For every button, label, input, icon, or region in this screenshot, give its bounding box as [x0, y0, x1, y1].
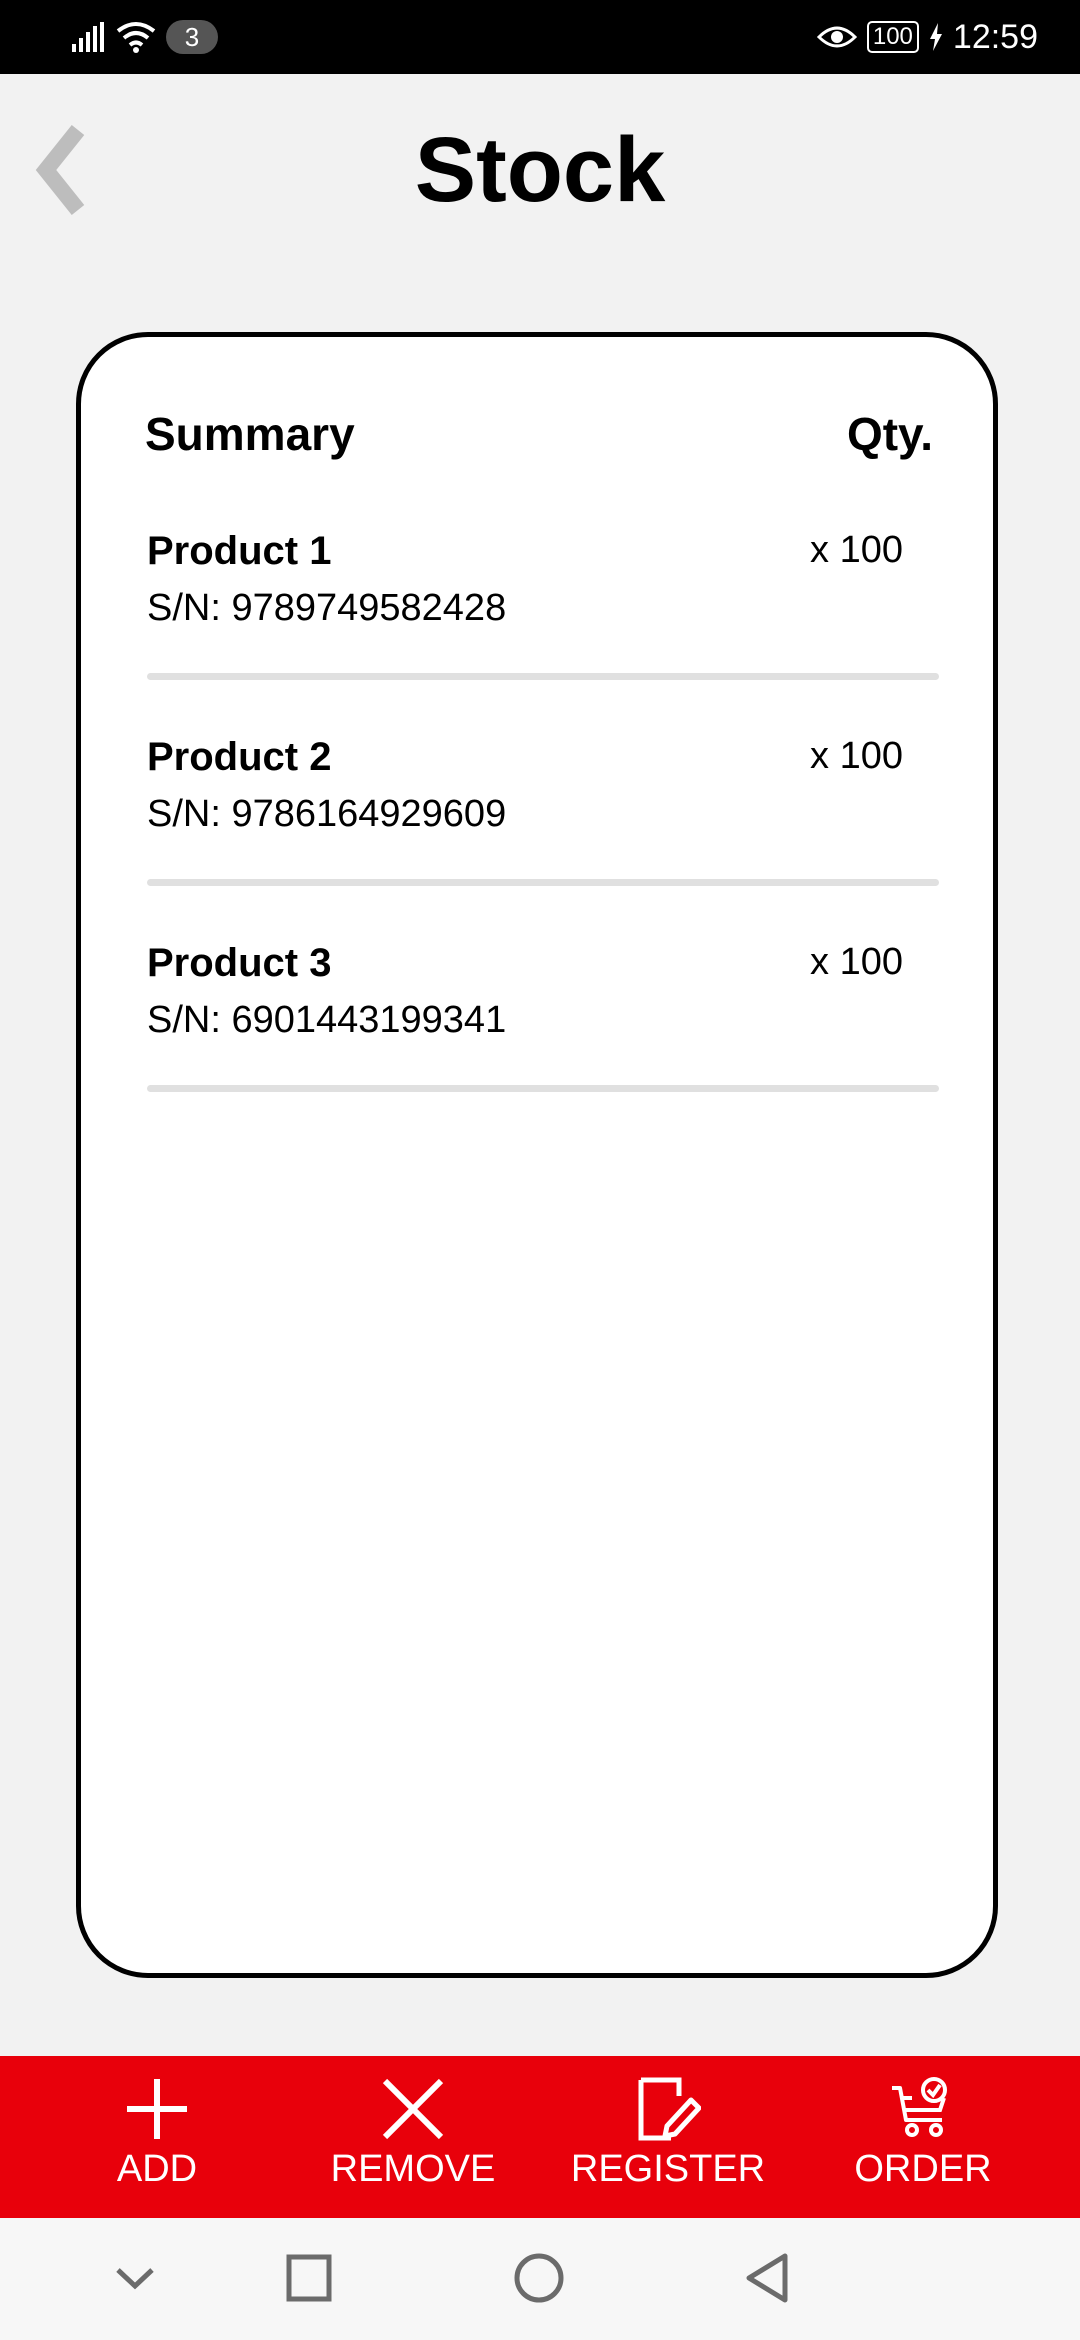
- divider: [147, 879, 939, 886]
- status-left: 3: [72, 18, 218, 56]
- add-label: ADD: [116, 2148, 198, 2190]
- battery-icon: 100: [866, 21, 919, 53]
- plus-icon: [127, 2079, 187, 2139]
- register-label: REGISTER: [570, 2148, 766, 2190]
- nav-home-button[interactable]: [504, 2246, 574, 2312]
- order-button[interactable]: ORDER: [813, 2056, 1033, 2218]
- charging-icon: [929, 23, 942, 51]
- add-button[interactable]: ADD: [47, 2056, 267, 2218]
- system-nav-bar: [0, 2218, 1080, 2340]
- register-button[interactable]: REGISTER: [558, 2056, 778, 2218]
- list-item[interactable]: Product 1 S/N: 9789749582428 x 100: [147, 529, 939, 705]
- list-item[interactable]: Product 2 S/N: 9786164929609 x 100: [147, 735, 939, 911]
- product-qty: x 100: [810, 941, 903, 983]
- signal-icon: [72, 22, 104, 52]
- product-qty: x 100: [810, 735, 903, 777]
- order-label: ORDER: [854, 2148, 992, 2190]
- summary-heading: Summary: [145, 408, 355, 460]
- product-name: Product 3: [147, 941, 332, 985]
- status-bar: 3 100 12:59: [0, 0, 1080, 74]
- chevron-down-icon: [116, 2268, 154, 2290]
- edit-document-icon: [638, 2077, 701, 2141]
- cart-check-icon: [892, 2077, 947, 2137]
- remove-label: REMOVE: [330, 2148, 496, 2190]
- product-serial: S/N: 9789749582428: [147, 587, 507, 629]
- product-name: Product 2: [147, 735, 332, 779]
- divider: [147, 1085, 939, 1092]
- page-title: Stock: [414, 119, 666, 221]
- square-icon: [286, 2254, 332, 2302]
- divider: [147, 673, 939, 680]
- product-serial: S/N: 6901443199341: [147, 999, 507, 1041]
- nav-back-button[interactable]: [733, 2246, 803, 2312]
- list-item[interactable]: Product 3 S/N: 6901443199341 x 100: [147, 941, 939, 1117]
- triangle-back-icon: [746, 2253, 788, 2303]
- status-time: 12:59: [952, 17, 1038, 56]
- notification-count-badge: 3: [166, 20, 218, 54]
- qty-heading: Qty.: [846, 408, 933, 460]
- nav-dismiss-button[interactable]: [100, 2246, 170, 2312]
- remove-button[interactable]: REMOVE: [303, 2056, 523, 2218]
- summary-header: Summary Qty.: [145, 407, 933, 467]
- wifi-icon: [116, 22, 156, 53]
- product-qty: x 100: [810, 529, 903, 571]
- eye-icon: [816, 26, 857, 48]
- summary-card: Summary Qty. Product 1 S/N: 978974958242…: [76, 332, 998, 1978]
- status-right: 100 12:59: [816, 16, 1038, 58]
- action-bar: ADD REMOVE REGISTER ORDER: [0, 2056, 1080, 2218]
- circle-icon: [514, 2253, 564, 2303]
- nav-recents-button[interactable]: [274, 2246, 344, 2312]
- product-name: Product 1: [147, 529, 332, 573]
- product-serial: S/N: 9786164929609: [147, 793, 507, 835]
- close-icon: [382, 2078, 444, 2140]
